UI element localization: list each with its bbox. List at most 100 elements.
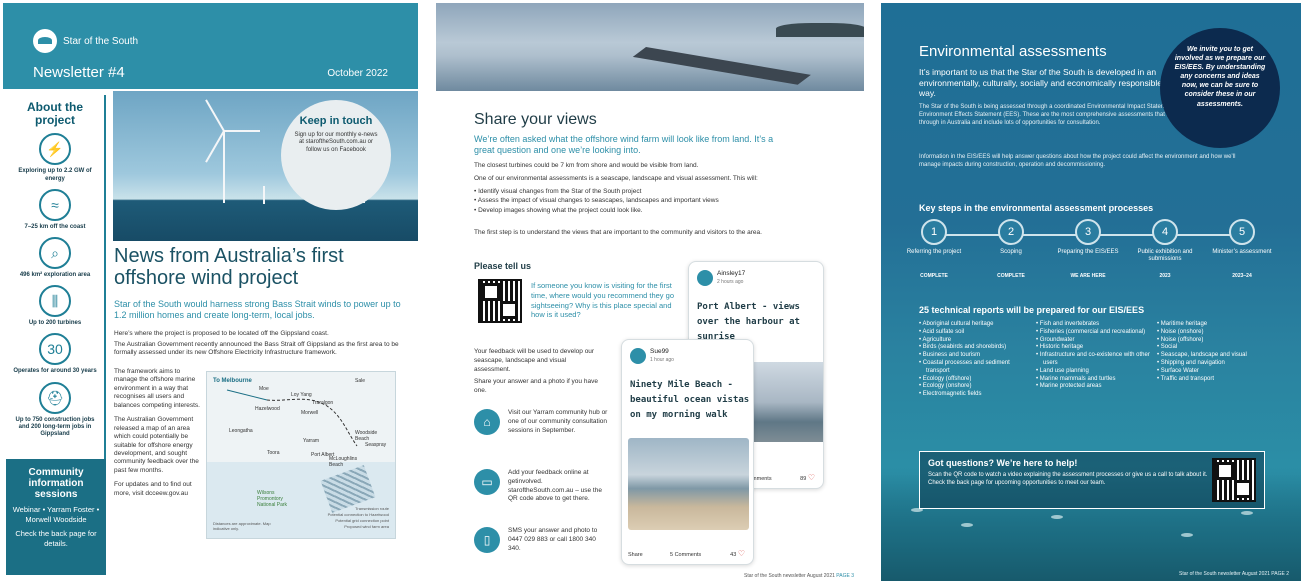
channel-online-text: Add your feedback online at getinvolved.… [508,469,602,503]
qr-code-icon[interactable] [478,279,522,323]
step-5: 5 Minister’s assessment 2023–24 [1207,219,1277,279]
report-item: Ecology (offshore) [919,376,1031,384]
step-label: Preparing the EIS/EES [1057,249,1119,255]
map-place: McLoughlins Beach [329,456,358,468]
report-item: Seascape, landscape and visual [1157,352,1269,360]
channel-visit-text: Visit our Yarram community hub or one of… [508,409,608,434]
legend-item: Proposed wind farm area [344,524,389,529]
harbour-photo [745,362,823,442]
report-item: Coastal processes and sediment transport [919,360,1031,376]
report-item: Acid sulfate soil [919,329,1031,337]
magnifier-icon: ⌕ [39,236,71,269]
page-footer: Star of the South newsletter August 2021… [744,573,854,579]
step-1: 1 Referring the project COMPLETE [899,219,969,279]
coast-icon: ≈ [39,188,71,221]
to-melbourne-label: To Melbourne [213,378,252,384]
social-post-ninety-mile-beach[interactable]: Sue99 1 hour ago Ninety Mile Beach - bea… [621,339,754,565]
stat-item: ⌕ 496 km² exploration area [6,236,104,279]
stat-item: ≈7–25 km off the coast [6,188,104,231]
step-3: 3 Preparing the EIS/EES WE ARE HERE [1053,219,1123,279]
thirty-years-icon: 30 [39,333,71,366]
post-time: 2 hours ago [717,279,744,285]
questions-title: Got questions? We’re here to help! [928,458,1078,468]
stat-item: 30 Operates for around 30 years [6,333,104,375]
step-label: Public exhibition and submissions [1137,249,1193,263]
post-share[interactable]: Share [628,552,643,558]
channel-sms-text: SMS your answer and photo to 0447 029 88… [508,527,598,552]
reports-heading: 25 technical reports will be prepared fo… [919,305,1145,315]
step-label: Minister’s assessment [1212,249,1272,255]
step-status: 2023 [1159,273,1171,279]
community-cta: Check the back page for details. [15,529,97,549]
heart-icon[interactable]: ♡ [808,473,815,482]
step-number: 1 [921,219,947,245]
reports-column-1: Aboriginal cultural heritageAcid sulfate… [919,321,1031,399]
heart-icon[interactable]: ♡ [738,549,745,558]
sidebar-title: About the project [27,100,83,128]
map-place: Wilsons Promontory National Park [257,490,288,508]
step-label: Referring the project [906,249,962,255]
intro-paragraph: Here’s where the project is proposed to … [114,330,329,337]
map-legend: Transmission route Potential connection … [328,506,389,530]
questions-body: Scan the QR code to watch a video explai… [928,472,1208,486]
report-item: Electromagnetic fields [919,391,1031,399]
star-of-the-south-logo-icon [33,29,57,53]
feedback-use-text: Your feedback will be used to develop ou… [474,348,595,373]
reports-column-2: Fish and invertebratesFisheries (commerc… [1036,321,1154,391]
newsletter-number: Newsletter #4 [33,64,125,81]
map-place: Woodside Beach [355,430,378,442]
masthead: Star of the South Newsletter #4 October … [3,3,418,89]
stat-text: 496 km² exploration area [19,271,91,278]
laptop-icon: ▭ [474,469,500,495]
map-place: Seaspray [365,442,387,448]
assessment-text: One of our environmental assessments is … [474,175,758,182]
turbines-icon: ⫼ [39,285,71,318]
eis-info-paragraph: Information in the EIS/EES will help ans… [919,154,1236,168]
share-title: Share your views [474,111,597,128]
post-text: Ninety Mile Beach - beautiful ocean vist… [630,380,750,420]
report-item: Social [1157,344,1269,352]
project-location-map: To Melbourne Sale Moe Traralgon Loy Yang… [206,371,396,539]
post-user: Sue99 [650,348,669,355]
step-status: COMPLETE [920,273,948,279]
report-item: Noise (offshore) [1157,337,1269,345]
post-likes[interactable]: 43 ♡ [730,549,745,558]
report-item: Surface Water [1157,368,1269,376]
map-place: Yarram [303,438,320,444]
step-number: 4 [1152,219,1178,245]
stat-item: ⛑ Up to 750 construction jobs and 200 lon… [6,381,104,439]
keep-in-touch-badge[interactable]: Keep in touch Sign up for our monthly e-… [281,100,391,210]
stat-text: Up to 750 construction jobs and 200 long… [15,416,95,437]
report-item: Birds (seabirds and shorebirds) [919,344,1031,352]
environment-title: Environmental assessments [919,43,1107,60]
post-text: Port Albert - views over the harbour at … [697,302,800,342]
please-tell-us-heading: Please tell us [474,261,532,271]
map-place: Moe [259,386,269,392]
phone-icon: ▯ [474,527,500,553]
community-title: Community information sessions [28,467,84,500]
map-place: Toora [267,450,280,456]
newsletter-date: October 2022 [327,68,388,79]
avatar [697,270,713,286]
report-item: Land use planning [1036,368,1154,376]
post-likes[interactable]: 89 ♡ [800,473,815,482]
steps-heading: Key steps in the environmental assessmen… [919,203,1154,213]
report-item: Marine protected areas [1036,383,1154,391]
post-comments[interactable]: 5 Comments [670,552,701,558]
environment-lead: It’s important to us that the Star of th… [919,67,1162,99]
jetty-photo [436,3,864,91]
report-item: Ecology (onshore) [919,383,1031,391]
share-lead: We’re often asked what the offshore wind… [474,134,774,156]
step-status: WE ARE HERE [1070,273,1106,279]
report-item: Business and tourism [919,352,1031,360]
report-item: Traffic and transport [1157,376,1269,384]
map-place: Morwell [301,410,319,416]
bullet-item: • Assess the impact of visual changes to… [474,197,719,205]
bullet-item: • Develop images showing what the projec… [474,206,643,214]
report-item: Fisheries (commercial and recreational) [1036,329,1154,337]
qr-code-icon[interactable] [1212,458,1256,502]
keep-in-touch-body: Sign up for our monthly e-news at starof… [294,131,378,153]
map-place: Leongatha [229,428,253,434]
report-item: Infrastructure and co-existence with oth… [1036,352,1154,368]
headline: News from Australia’s first offshore win… [114,245,344,289]
